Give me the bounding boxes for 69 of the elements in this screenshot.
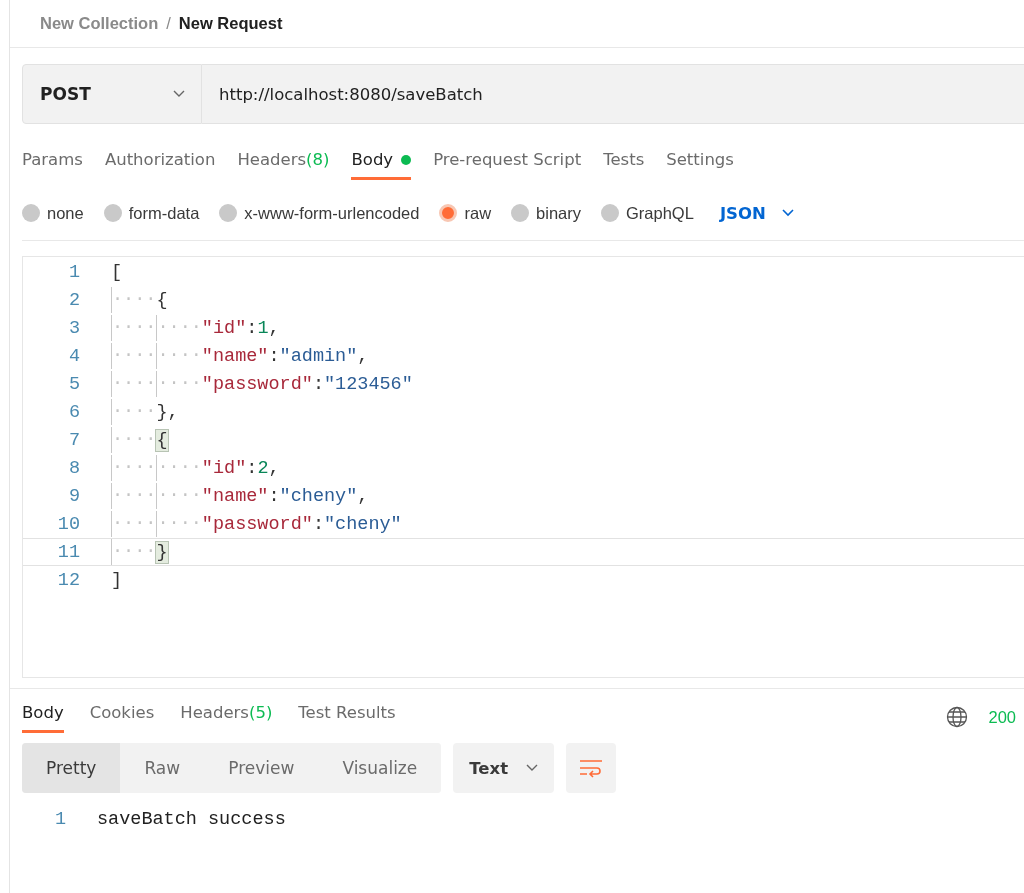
response-text: saveBatch success	[97, 809, 286, 830]
body-type-option[interactable]: form-data	[103, 203, 200, 223]
line-number: 1	[53, 809, 66, 830]
code-line: ········"id":1,	[111, 315, 280, 341]
line-number: 8	[67, 457, 80, 479]
url-field[interactable]: http://localhost:8080/saveBatch	[202, 64, 1024, 124]
code-line: ········"password":"cheny"	[111, 511, 402, 537]
code-line: ········"password":"123456"	[111, 371, 413, 397]
line-number: 5	[67, 373, 80, 395]
line-number: 6	[67, 401, 80, 423]
body-type-label: GraphQL	[626, 203, 694, 223]
response-tab[interactable]: Headers(5)	[180, 701, 273, 733]
code-line: [	[111, 260, 123, 285]
globe-icon[interactable]	[946, 706, 969, 728]
line-number: 1	[67, 261, 80, 283]
chevron-down-icon	[781, 209, 794, 217]
body-type-label: none	[47, 203, 84, 223]
radio-icon[interactable]	[511, 204, 530, 222]
wrap-lines-button[interactable]	[566, 743, 617, 793]
radio-icon[interactable]	[439, 204, 458, 222]
line-number: 2	[67, 289, 80, 311]
body-type-option[interactable]: binary	[511, 203, 581, 223]
body-type-option[interactable]: GraphQL	[601, 203, 694, 223]
code-line: ····{	[111, 287, 168, 313]
method-dropdown[interactable]: POST	[22, 64, 202, 124]
radio-icon[interactable]	[219, 204, 238, 222]
format-dropdown[interactable]: JSON	[713, 202, 800, 224]
code-line: ]	[111, 568, 123, 593]
line-number: 7	[67, 429, 80, 451]
request-tab[interactable]: Tests	[603, 148, 645, 180]
code-editor[interactable]: 1 [ 2 ····{ 3 ········"id":1, 4 ········"name":"admin", 5 ········"password":"123456" 6 ····}, 7 ····{ 8 ········"id":2, 9 ········"name":"cheny", 10 ········"password":"cheny" 11 ····} 12 ]	[22, 256, 1024, 678]
line-number: 3	[67, 317, 80, 339]
radio-icon[interactable]	[22, 204, 40, 222]
response-tab[interactable]: Cookies	[89, 701, 155, 733]
request-tab[interactable]: Pre-request Script	[433, 148, 582, 180]
line-number: 4	[67, 345, 80, 367]
line-number: 12	[56, 569, 80, 591]
code-line: ········"name":"admin",	[111, 343, 369, 369]
body-type-option[interactable]: none	[22, 203, 84, 223]
request-tab[interactable]: Settings	[666, 148, 734, 180]
url-text: http://localhost:8080/saveBatch	[218, 84, 483, 104]
request-tab[interactable]: Params	[22, 148, 83, 180]
chevron-down-icon	[526, 764, 539, 772]
request-tab[interactable]: Authorization	[104, 148, 216, 180]
code-line: ····{	[111, 427, 168, 453]
format-dropdown[interactable]: Text	[453, 743, 555, 793]
request-title[interactable]: New Request	[178, 14, 283, 47]
chevron-down-icon	[173, 90, 185, 98]
code-line: ········"name":"cheny",	[111, 483, 369, 509]
line-number: 9	[67, 485, 80, 507]
status-code: 200	[988, 707, 1016, 727]
request-tab[interactable]: Headers(8)	[237, 148, 330, 180]
breadcrumb-separator: /	[166, 14, 171, 34]
radio-icon[interactable]	[601, 204, 619, 222]
response-tab[interactable]: Body	[22, 701, 64, 733]
request-tab[interactable]: Body	[351, 148, 412, 180]
radio-icon[interactable]	[103, 204, 122, 222]
code-line: ····},	[111, 399, 179, 425]
wrap-lines-icon	[579, 758, 604, 778]
body-type-label: form-data	[128, 203, 200, 223]
line-number: 10	[56, 513, 80, 535]
response-tab[interactable]: Test Results	[298, 701, 396, 733]
body-type-option[interactable]: raw	[439, 203, 492, 223]
body-type-label: binary	[536, 203, 581, 223]
line-number: 11	[56, 541, 80, 563]
code-line: ········"id":2,	[111, 455, 280, 481]
view-mode-button[interactable]: Pretty	[22, 743, 121, 793]
body-type-label: raw	[464, 203, 492, 223]
code-line: ····}	[111, 539, 168, 565]
